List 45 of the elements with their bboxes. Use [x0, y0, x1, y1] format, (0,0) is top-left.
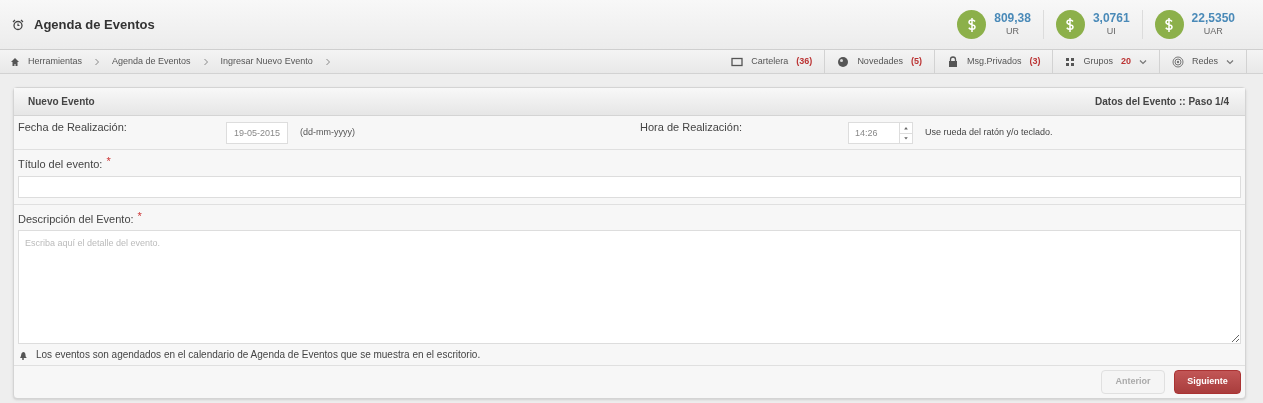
event-description-field[interactable]: Escriba aquí el detalle del evento. [18, 230, 1241, 344]
lock-icon [946, 55, 959, 68]
rate-value: 22,5350 [1191, 11, 1235, 27]
field-label: Fecha de Realización: [17, 120, 128, 135]
breadcrumb-link[interactable]: Herramientas [28, 54, 83, 69]
field-label: Hora de Realización: [640, 120, 744, 135]
dollar-icon [1154, 10, 1184, 39]
time-field[interactable]: 14:26 [848, 121, 900, 144]
rate-value: 809,38 [994, 11, 1031, 27]
chevron-icon [202, 57, 209, 66]
field-label: Título del evento: [18, 157, 103, 172]
required-mark: * [106, 156, 111, 167]
info-note: Los eventos son agendados en el calendario de Agenda de Eventos que se muestra en el escritorio. [36, 348, 481, 362]
step-label: Datos del Evento :: Paso 1/4 [1095, 95, 1230, 109]
dollar-icon [1055, 10, 1085, 39]
chevron-icon [324, 57, 331, 66]
rate-unit: UI [1106, 26, 1116, 38]
date-field[interactable]: 19-05-2015 [226, 121, 288, 144]
dollar-icon [957, 10, 987, 39]
target-icon [1172, 55, 1184, 68]
grid-icon [1065, 56, 1076, 67]
rate-value: 3,0761 [1092, 11, 1130, 27]
alarm-clock-icon [12, 18, 24, 31]
page-title: Agenda de Eventos [34, 15, 155, 34]
chevron-icon [94, 57, 101, 66]
breadcrumb-link[interactable]: Ingresar Nuevo Evento [220, 54, 313, 69]
home-icon [10, 56, 20, 67]
breadcrumb-link[interactable]: Agenda de Eventos [112, 54, 191, 69]
bell-icon [18, 349, 28, 360]
nav-menu-item[interactable]: Cartelera (36) [719, 50, 825, 73]
event-title-field[interactable] [18, 175, 1241, 198]
panel-title: Nuevo Evento [27, 95, 95, 109]
rate-unit: UR [1006, 26, 1020, 38]
time-input-hint: Use rueda del ratón y/o teclado. [925, 125, 1053, 139]
globe-icon [837, 55, 850, 68]
nav-menu-item[interactable]: Grupos 20 [1052, 50, 1159, 73]
nav-menu-item[interactable]: Redes [1159, 50, 1246, 73]
nav-menu-item[interactable]: Msg.Privados (3) [933, 50, 1053, 73]
rate-unit: UAR [1203, 26, 1223, 38]
required-mark: * [137, 210, 142, 222]
nav-menu-item[interactable]: Novedades (5) [824, 50, 934, 73]
rectangle-icon [731, 56, 744, 67]
date-format-hint: (dd-mm-yyyy) [300, 125, 356, 139]
field-label: Descripción del Evento: [18, 211, 134, 227]
next-button[interactable]: Siguiente [1174, 370, 1241, 394]
